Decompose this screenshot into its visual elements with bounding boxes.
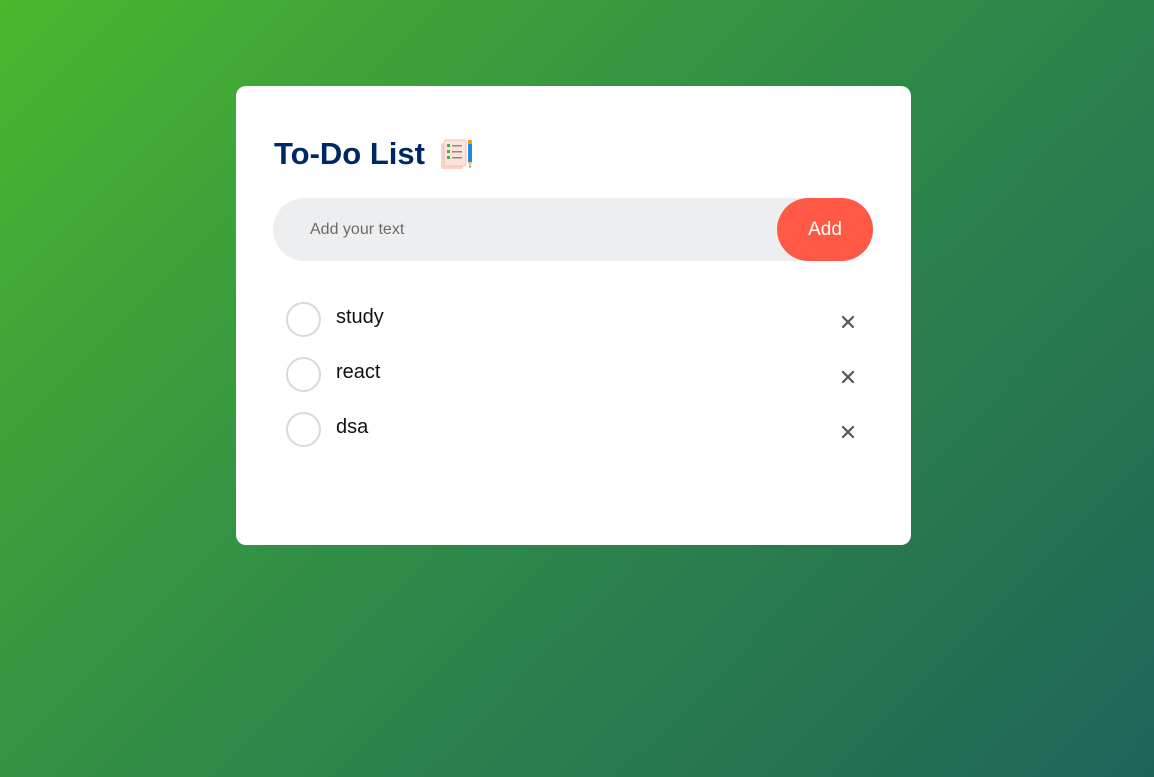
title-row: To-Do List (274, 134, 475, 174)
unchecked-circle-icon[interactable] (286, 302, 321, 337)
todo-card: To-Do List Add study (236, 86, 911, 545)
add-button[interactable]: Add (777, 198, 873, 261)
todo-list: study react dsa (286, 302, 866, 467)
add-todo-row: Add (273, 198, 873, 261)
todo-text: study (336, 306, 384, 328)
todo-item[interactable]: react (286, 357, 866, 412)
unchecked-circle-icon[interactable] (286, 412, 321, 447)
todo-item[interactable]: dsa (286, 412, 866, 467)
todo-text: dsa (336, 416, 369, 438)
unchecked-circle-icon[interactable] (286, 357, 321, 392)
todo-item[interactable]: study (286, 302, 866, 357)
todo-text: react (336, 361, 381, 383)
todo-input[interactable] (310, 198, 760, 261)
page-title: To-Do List (274, 136, 425, 171)
checklist-icon (439, 138, 475, 170)
close-icon[interactable] (838, 312, 858, 332)
close-icon[interactable] (838, 422, 858, 442)
close-icon[interactable] (838, 367, 858, 387)
